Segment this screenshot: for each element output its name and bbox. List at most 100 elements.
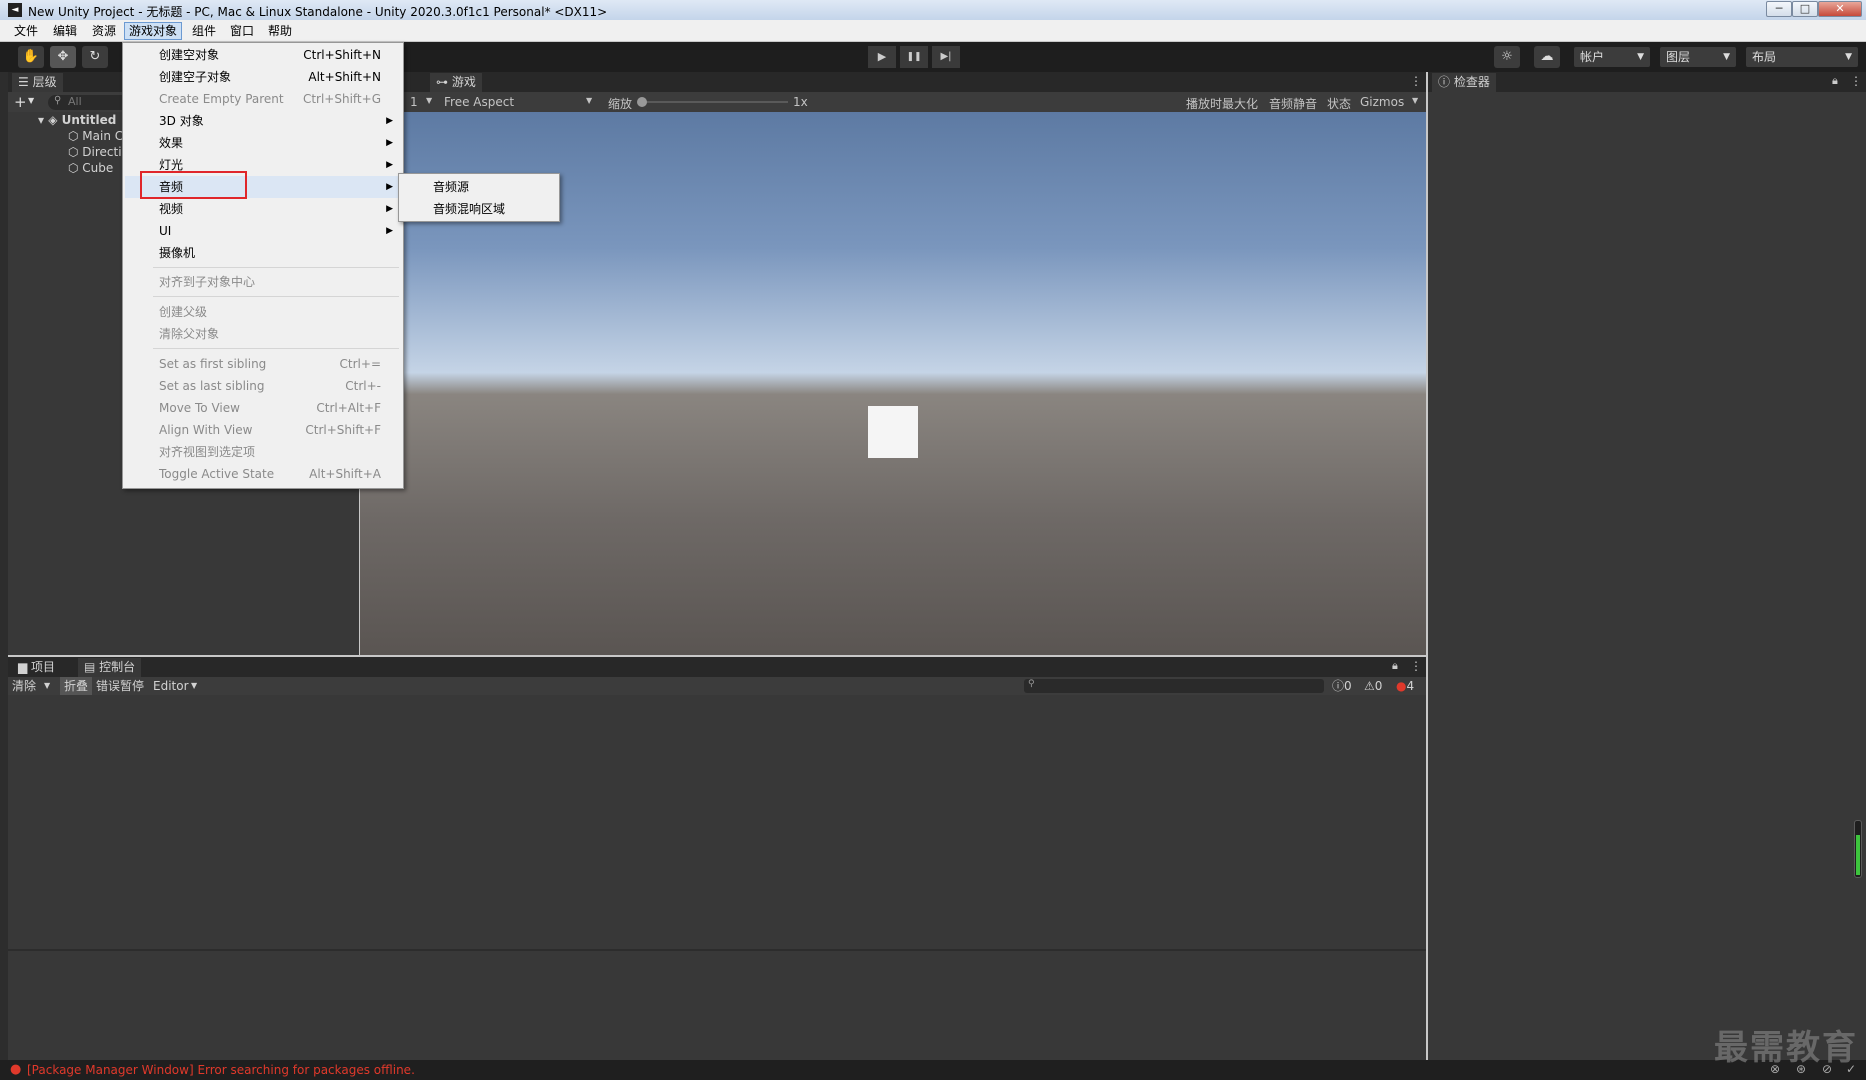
collab-icon[interactable]: ☼ [1494,46,1520,68]
tab-hierarchy[interactable]: ☰ 层级 [12,73,63,92]
menu-window[interactable]: 窗口 [226,22,258,40]
chevron-down-icon: ▼ [586,96,593,105]
menu-help[interactable]: 帮助 [264,22,296,40]
menu-set-first-sibling[interactable]: Set as first sibling Ctrl+= [125,353,401,375]
menu-clear-parent[interactable]: 清除父对象 [125,323,401,345]
cube-icon: ⬡ [68,145,83,159]
step-button[interactable]: ▶| [932,46,960,68]
menu-separator [153,348,399,349]
menu-create-empty[interactable]: 创建空对象 Ctrl+Shift+N [125,44,401,66]
menu-camera[interactable]: 摄像机 [125,242,401,264]
game-tabstrip: ⊶ 游戏 ⋮ [360,72,1426,92]
lock-icon[interactable]: 🔒︎ [1832,74,1838,88]
menu-set-last-sibling[interactable]: Set as last sibling Ctrl+- [125,375,401,397]
add-button[interactable]: + [14,93,27,111]
menu-create-empty-parent[interactable]: Create Empty Parent Ctrl+Shift+G [125,88,401,110]
error-count-badge[interactable]: ●4 [1396,677,1414,695]
menu-align-with-view[interactable]: Align With View Ctrl+Shift+F [125,419,401,441]
close-button[interactable]: ✕ [1818,1,1862,17]
move-tool-icon[interactable]: ✥ [50,46,76,68]
console-divider [8,949,1426,951]
menu-center-on-children[interactable]: 对齐到子对象中心 [125,271,401,293]
layers-dropdown[interactable]: 图层 ▼ [1660,47,1736,67]
scene-name: Untitled [61,113,117,127]
menu-gameobject[interactable]: 游戏对象 [124,22,183,40]
log-count-badge[interactable]: ⓘ0 [1332,677,1352,695]
menu-video[interactable]: 视频 ▶ [125,198,401,220]
stats-toggle[interactable]: 状态 [1327,95,1351,112]
maximize-button[interactable]: □ [1792,1,1818,17]
console-search-input[interactable]: ⚲ [1024,679,1324,693]
hierarchy-item[interactable]: ⬡ Directi [68,144,122,160]
menu-item-shortcut: Alt+Shift+N [308,70,381,84]
menu-align-view-to-selected[interactable]: 对齐视图到选定项 [125,441,401,463]
more-options-icon[interactable]: ⋮ [1850,74,1862,88]
menu-assets[interactable]: 资源 [88,22,120,40]
lock-icon[interactable]: 🔒︎ [1392,659,1398,673]
tab-project[interactable]: ▆ 项目 [12,658,61,677]
editor-dropdown[interactable]: Editor [153,677,189,695]
menu-3d-object[interactable]: 3D 对象 ▶ [125,110,401,132]
object-name: Main C [82,129,124,143]
pause-button[interactable]: ❚❚ [900,46,928,68]
rotate-tool-icon[interactable]: ↻ [82,46,108,68]
collapse-toggle[interactable]: 折叠 [60,677,93,695]
menu-component[interactable]: 组件 [188,22,220,40]
account-dropdown[interactable]: 帐户 ▼ [1574,47,1650,67]
error-icon: ● [10,1062,22,1077]
scale-slider-thumb[interactable] [637,97,647,107]
chevron-down-icon[interactable]: ▼ [44,677,50,695]
scale-slider[interactable] [642,101,788,103]
gamepad-icon: ⊶ [436,75,452,89]
menu-audio-reverb-zone[interactable]: 音频混响区域 [401,198,557,220]
menu-separator [153,267,399,268]
menu-item-label: 视频 [159,202,184,216]
tab-game[interactable]: ⊶ 游戏 [430,73,482,92]
play-button[interactable]: ▶ [868,46,896,68]
menu-make-parent[interactable]: 创建父级 [125,301,401,323]
menu-item-label: 创建空子对象 [159,70,232,84]
menu-item-label: 创建父级 [159,305,208,319]
menu-ui[interactable]: UI ▶ [125,220,401,242]
menu-effects[interactable]: 效果 ▶ [125,132,401,154]
status-bar: ● [Package Manager Window] Error searchi… [0,1060,1866,1080]
inspector-tabstrip: ⓘ 检查器 🔒︎ ⋮ [1428,72,1866,92]
object-name: Directi [82,145,122,159]
menu-item-label: 3D 对象 [159,114,204,128]
display-dropdown[interactable]: 1 [410,95,418,109]
tab-inspector-label: 检查器 [1453,75,1490,89]
scene-row[interactable]: ▾ ◈ Untitled [38,112,116,128]
menu-file[interactable]: 文件 [10,22,42,40]
layout-dropdown[interactable]: 布局 ▼ [1746,47,1858,67]
error-pause-toggle[interactable]: 错误暂停 [96,677,144,695]
gizmos-toggle[interactable]: Gizmos [1360,95,1404,109]
cloud-icon[interactable]: ☁ [1534,46,1560,68]
menu-item-label: UI [159,224,172,238]
menu-item-shortcut: Ctrl+Shift+N [303,48,381,62]
maximize-on-play-toggle[interactable]: 播放时最大化 [1186,95,1258,112]
menu-edit[interactable]: 编辑 [49,22,81,40]
menu-toggle-active-state[interactable]: Toggle Active State Alt+Shift+A [125,463,401,485]
hierarchy-item[interactable]: ⬡ Main C [68,128,123,144]
more-options-icon[interactable]: ⋮ [1410,659,1422,673]
menu-create-empty-child[interactable]: 创建空子对象 Alt+Shift+N [125,66,401,88]
warning-icon: ⚠ [1364,679,1375,693]
hand-tool-icon[interactable]: ✋ [18,46,44,68]
chevron-down-icon[interactable]: ▼ [28,96,34,105]
menu-audio-source[interactable]: 音频源 [401,176,557,198]
minimize-button[interactable]: ─ [1766,1,1792,17]
aspect-dropdown[interactable]: Free Aspect [444,95,514,109]
more-options-icon[interactable]: ⋮ [1410,74,1422,88]
mute-audio-toggle[interactable]: 音频静音 [1269,95,1317,112]
menu-move-to-view[interactable]: Move To View Ctrl+Alt+F [125,397,401,419]
chevron-down-icon[interactable]: ▼ [1412,96,1418,105]
hierarchy-item[interactable]: ⬡ Cube [68,160,113,176]
menu-item-label: 对齐到子对象中心 [159,275,256,289]
menu-item-label: Set as last sibling [159,379,265,393]
clear-button[interactable]: 清除 [12,677,36,695]
status-message[interactable]: [Package Manager Window] Error searching… [27,1063,415,1077]
tab-console[interactable]: ▤ 控制台 [78,658,142,677]
warning-count-badge[interactable]: ⚠0 [1364,677,1382,695]
chevron-down-icon: ▼ [191,681,198,690]
tab-inspector[interactable]: ⓘ 检查器 [1432,73,1496,92]
